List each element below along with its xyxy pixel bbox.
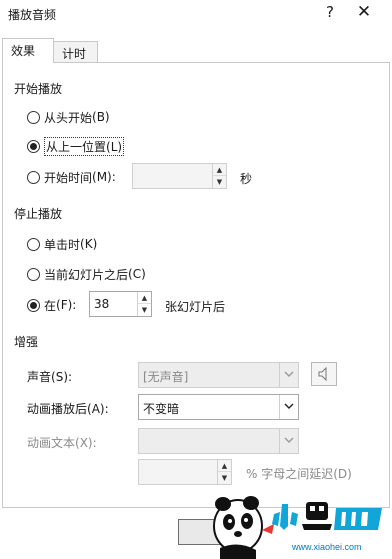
on-click-radio[interactable]: 单击时 (K) xyxy=(27,235,97,253)
sound-hotkey: (S) xyxy=(51,370,68,384)
tab-timing[interactable]: 计时 xyxy=(53,41,98,63)
watermark-url: www.xiaohei.com xyxy=(292,542,362,552)
sound-select[interactable]: [无声音] xyxy=(138,362,299,388)
letter-delay-stepper[interactable]: ▲ ▼ xyxy=(138,459,232,485)
from-start-hotkey: (B) xyxy=(92,110,110,124)
after-slides-hotkey: (F) xyxy=(56,298,73,312)
chevron-down-icon[interactable] xyxy=(279,395,298,419)
sound-label-text: 声音 xyxy=(27,370,52,384)
slides-count-value: 38 xyxy=(94,297,110,311)
after-slides-radio[interactable]: 在 (F): xyxy=(27,296,76,314)
title-bar: 播放音频 ? ✕ xyxy=(0,0,392,28)
start-time-hotkey: (M) xyxy=(92,170,112,184)
spin-up-icon[interactable]: ▲ xyxy=(213,164,226,176)
radio-circle xyxy=(27,267,40,281)
after-current-hotkey: (C) xyxy=(128,267,146,281)
start-time-label: 开始时间 xyxy=(44,170,93,185)
animate-text-hotkey: (X) xyxy=(75,436,93,450)
radio-circle xyxy=(27,237,40,251)
start-time-unit: 秒 xyxy=(240,172,253,186)
radio-circle xyxy=(27,139,40,153)
radio-circle xyxy=(27,110,40,124)
after-animation-hotkey: (A) xyxy=(87,402,105,416)
after-slides-colon: : xyxy=(72,298,77,312)
animate-text-colon: : xyxy=(92,436,97,450)
help-button[interactable]: ? xyxy=(321,3,339,23)
window-title: 播放音频 xyxy=(8,8,57,22)
stepper-arrows: ▲ ▼ xyxy=(217,460,231,484)
after-slides-label: 在 xyxy=(44,298,57,313)
slides-unit: 张幻灯片后 xyxy=(165,300,226,314)
letter-delay-label-text: % 字母之间延迟 xyxy=(246,467,334,481)
after-animation-value: 不变暗 xyxy=(143,402,180,416)
from-last-radio[interactable]: 从上一位置(L) xyxy=(27,136,125,156)
after-animation-label-text: 动画播放后 xyxy=(27,402,88,416)
after-animation-label: 动画播放后(A): xyxy=(27,400,109,417)
from-start-radio[interactable]: 从头开始 (B) xyxy=(27,108,110,126)
speaker-icon[interactable] xyxy=(311,362,337,386)
chevron-down-icon[interactable] xyxy=(279,429,298,453)
from-last-label: 从上一位置 xyxy=(46,139,107,154)
sound-colon: : xyxy=(68,370,73,384)
animate-text-label-text: 动画文本 xyxy=(27,436,76,450)
after-current-label: 当前幻灯片之后 xyxy=(44,267,129,282)
spin-up-icon[interactable]: ▲ xyxy=(218,460,231,472)
from-start-label: 从头开始 xyxy=(44,110,93,125)
spin-down-icon[interactable]: ▼ xyxy=(213,176,226,188)
on-click-hotkey: (K) xyxy=(80,237,98,251)
from-last-hotkey: (L) xyxy=(106,139,123,154)
start-time-stepper[interactable]: ▲ ▼ xyxy=(132,163,227,189)
start-heading: 开始播放 xyxy=(14,82,63,96)
watermark-logo: www.xiaohei.com xyxy=(196,490,392,559)
slides-count-stepper[interactable]: 38 ▲ ▼ xyxy=(89,291,152,317)
spin-down-icon[interactable]: ▼ xyxy=(138,304,151,316)
spin-up-icon[interactable]: ▲ xyxy=(138,292,151,304)
radio-circle xyxy=(27,170,40,184)
chevron-down-icon[interactable] xyxy=(279,363,298,387)
animate-text-label: 动画文本(X): xyxy=(27,434,97,451)
after-animation-select[interactable]: 不变暗 xyxy=(138,394,299,420)
stepper-arrows: ▲ ▼ xyxy=(212,164,226,188)
from-last-focus: 从上一位置(L) xyxy=(44,136,125,156)
after-animation-colon: : xyxy=(104,402,109,416)
start-time-radio[interactable]: 开始时间 (M): xyxy=(27,168,116,186)
stop-heading: 停止播放 xyxy=(14,207,63,221)
on-click-label: 单击时 xyxy=(44,237,81,252)
after-current-radio[interactable]: 当前幻灯片之后 (C) xyxy=(27,265,146,283)
enhance-heading: 增强 xyxy=(14,335,39,349)
sound-label: 声音(S): xyxy=(27,368,72,385)
close-button[interactable]: ✕ xyxy=(352,2,376,24)
animate-text-select[interactable] xyxy=(138,428,299,454)
tab-effect[interactable]: 效果 xyxy=(2,38,54,63)
stepper-arrows: ▲ ▼ xyxy=(137,292,151,316)
letter-delay-hotkey: (D) xyxy=(333,467,352,481)
radio-circle xyxy=(27,298,40,312)
sound-value: [无声音] xyxy=(143,370,189,384)
letter-delay-label: % 字母之间延迟(D) xyxy=(246,465,352,482)
spin-down-icon[interactable]: ▼ xyxy=(218,472,231,484)
start-time-colon: : xyxy=(111,170,116,184)
